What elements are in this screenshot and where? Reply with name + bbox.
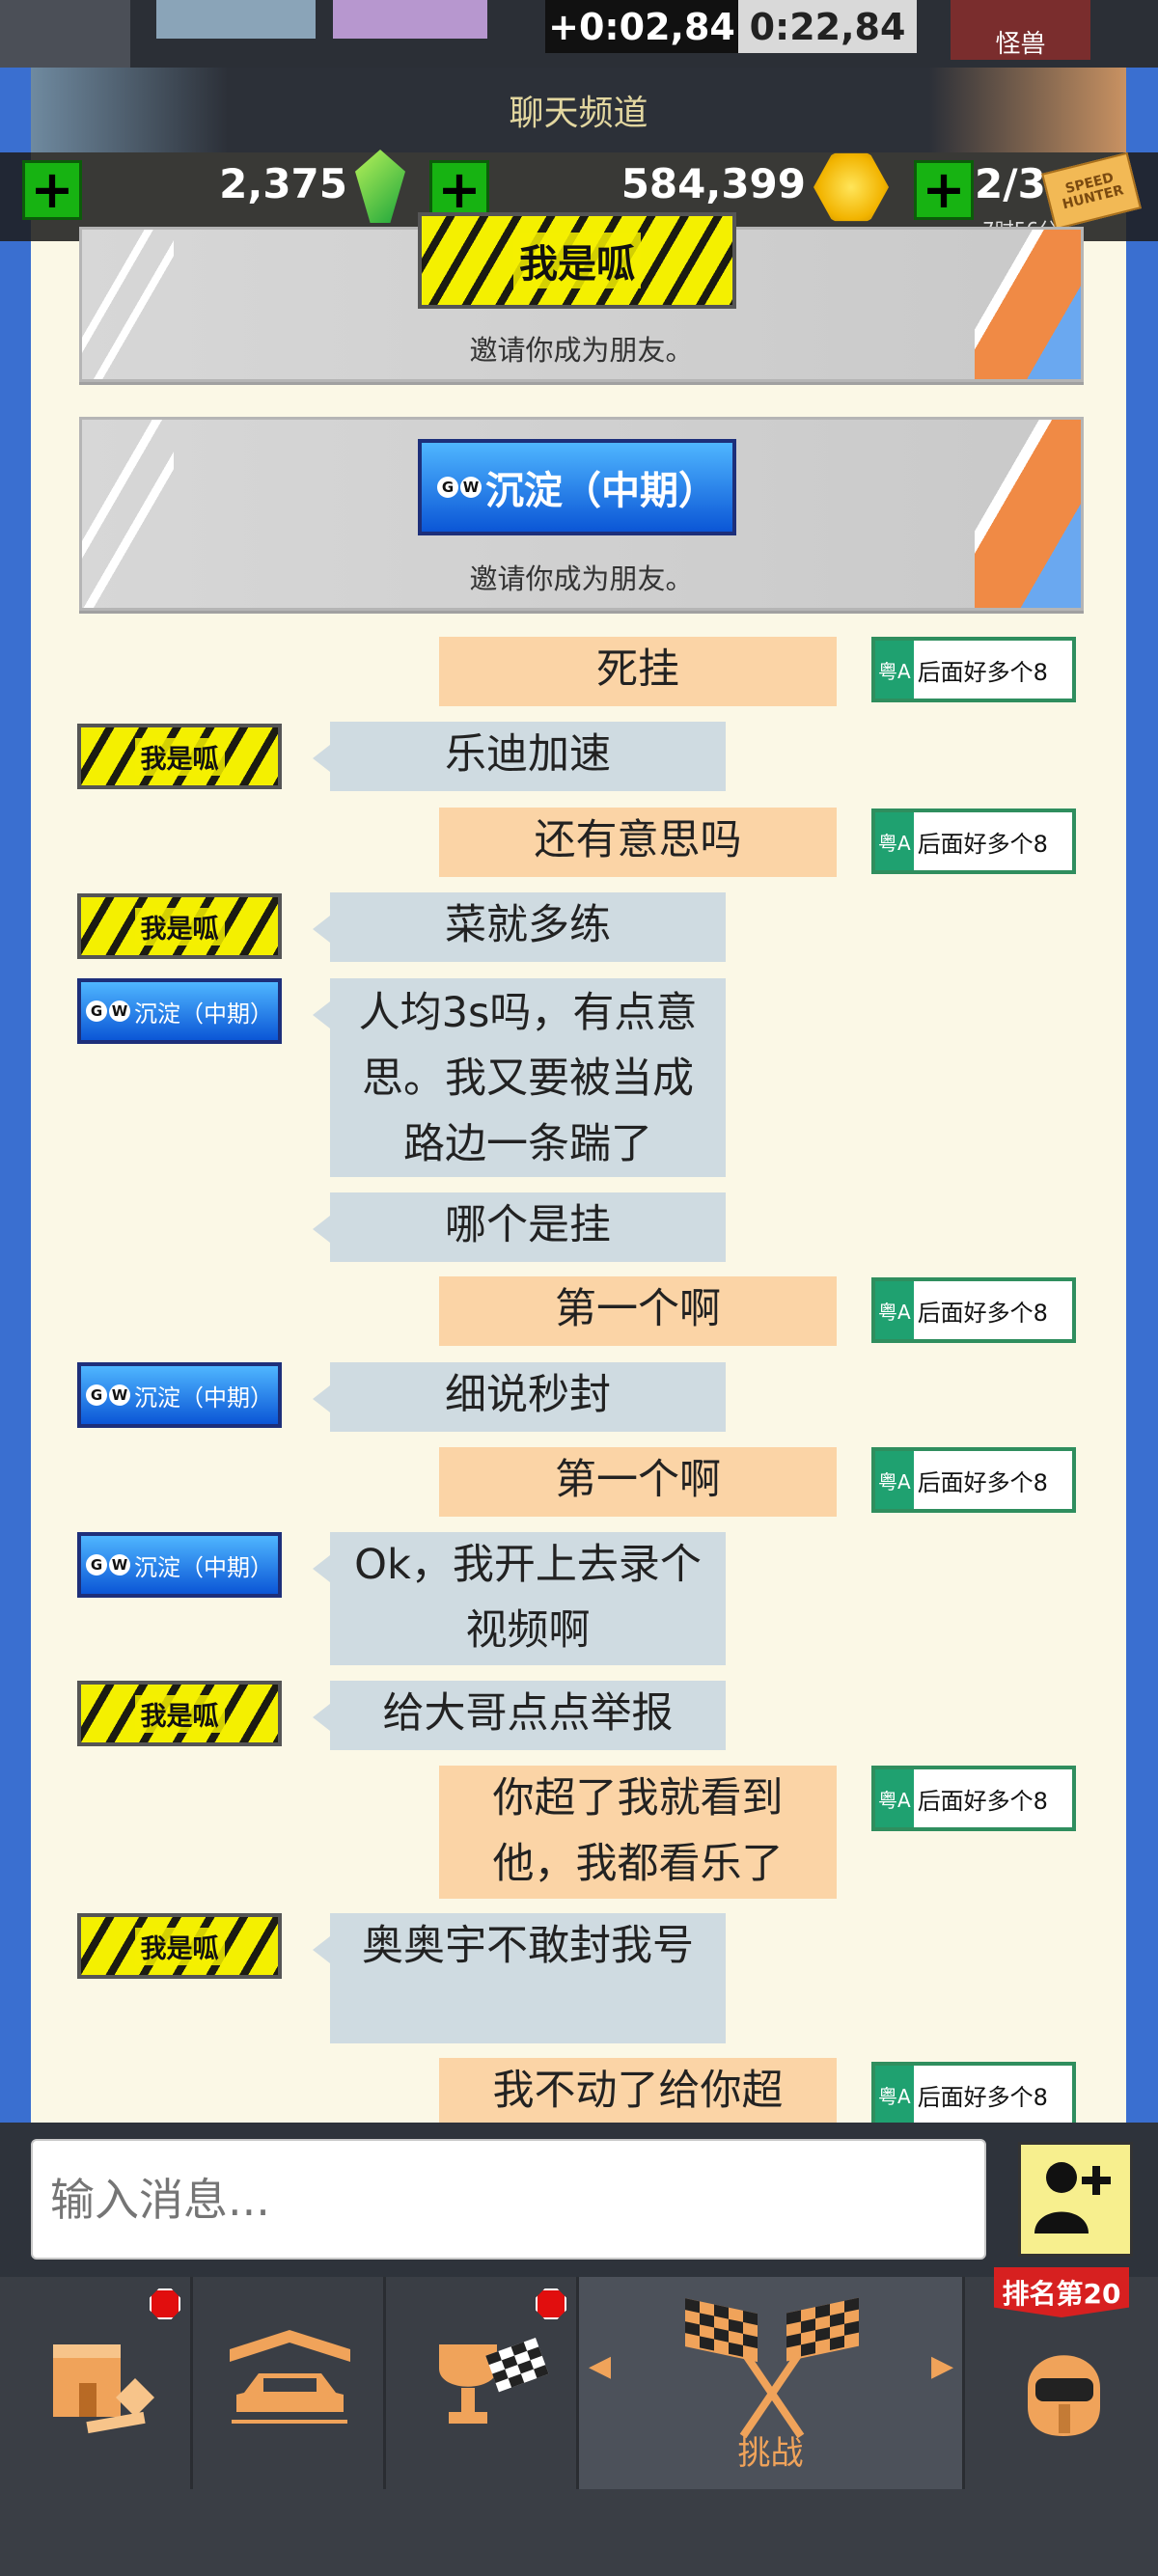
other-message: 给大哥点点举报 <box>313 1681 726 1750</box>
time-total: 0:22,84 <box>738 0 917 53</box>
sender-plate[interactable]: 我是呱 <box>418 212 736 309</box>
message-input[interactable] <box>31 2139 986 2260</box>
trophy-icon <box>439 2337 549 2424</box>
my-plate[interactable]: 粤A 后面好多个8 <box>871 1277 1076 1343</box>
other-message: 人均3s吗，有点意思。我又要被当成路边一条踹了 <box>313 978 726 1177</box>
my-plate[interactable]: 粤A 后面好多个8 <box>871 1447 1076 1513</box>
sender-plate[interactable]: 我是呱 <box>77 893 282 959</box>
channel-title: 聊天频道 <box>31 68 1126 152</box>
other-message: 细说秒封 <box>313 1362 726 1432</box>
rank-badge: 排名第20 <box>994 2267 1129 2317</box>
shop-icon <box>53 2344 154 2434</box>
race-car-thumbnail <box>333 0 487 39</box>
invite-text: 邀请你成为朋友。 <box>469 562 694 595</box>
time-delta: +0:02,84 <box>545 0 738 53</box>
sender-plate[interactable]: GW 沉淀（中期） <box>77 1362 282 1428</box>
garage-icon <box>230 2330 350 2424</box>
gw-logo-icon: GW <box>86 1554 130 1576</box>
nav-shop[interactable] <box>0 2277 193 2489</box>
my-message: 死挂 <box>439 637 837 706</box>
sender-plate[interactable]: 我是呱 <box>77 1913 282 1979</box>
sender-plate[interactable]: GW 沉淀（中期） <box>77 1532 282 1598</box>
sender-plate[interactable]: GW 沉淀（中期） <box>418 439 736 535</box>
other-message: 哪个是挂 <box>313 1192 726 1262</box>
gw-logo-icon: GW <box>437 477 482 498</box>
other-message: 菜就多练 <box>313 892 726 962</box>
arrow-right-icon: ▶ <box>931 2349 954 2383</box>
my-message: 你超了我就看到他，我都看乐了 <box>439 1766 837 1899</box>
my-message: 第一个啊 <box>439 1276 837 1346</box>
my-plate[interactable]: 粤A 后面好多个8 <box>871 2062 1076 2123</box>
gw-logo-icon: GW <box>86 1384 130 1406</box>
car-label: 怪兽 <box>951 0 1090 60</box>
other-message: 奥奥宇不敢封我号 <box>313 1913 726 2043</box>
plate-text: 我是呱 <box>513 233 641 288</box>
gem-count: 2,375 <box>219 160 347 207</box>
add-tickets-button[interactable]: + <box>914 160 974 220</box>
race-car-thumbnail <box>156 0 316 39</box>
sender-plate[interactable]: GW 沉淀（中期） <box>77 978 282 1044</box>
notification-badge <box>150 2288 180 2319</box>
plate-clip: 粤A 后面好多个8 <box>871 2062 1076 2123</box>
sender-plate[interactable]: 我是呱 <box>77 724 282 789</box>
sender-plate[interactable]: 我是呱 <box>77 1681 282 1746</box>
other-message: Ok，我开上去录个视频啊 <box>313 1532 726 1665</box>
nav-garage[interactable] <box>193 2277 386 2489</box>
other-message: 乐迪加速 <box>313 722 726 791</box>
arrow-left-icon: ◀ <box>589 2349 612 2383</box>
add-gems-button[interactable]: + <box>22 160 82 220</box>
challenge-flags-icon <box>685 2297 859 2439</box>
gw-logo-icon: GW <box>86 1000 130 1022</box>
ticket-count: 2/3 <box>975 160 1046 207</box>
add-friend-icon <box>1034 2162 1111 2233</box>
helmet-icon <box>1028 2355 1100 2436</box>
nav-challenge[interactable]: ◀ 挑战 ▶ <box>579 2277 965 2489</box>
nav-trophy[interactable] <box>386 2277 579 2489</box>
message-clip: 我不动了给你超 <box>439 2058 837 2123</box>
my-message: 我不动了给你超 <box>439 2058 837 2123</box>
nav-label-challenge: 挑战 <box>737 2434 804 2473</box>
add-coins-button[interactable]: + <box>429 160 489 220</box>
race-header-dark-block <box>0 0 130 68</box>
my-message: 第一个啊 <box>439 1447 837 1517</box>
my-plate[interactable]: 粤A 后面好多个8 <box>871 637 1076 702</box>
invite-text: 邀请你成为朋友。 <box>469 334 694 367</box>
my-message: 还有意思吗 <box>439 808 837 877</box>
my-plate[interactable]: 粤A 后面好多个8 <box>871 808 1076 874</box>
plate-text: 沉淀（中期） <box>485 469 717 513</box>
notification-badge <box>536 2288 566 2319</box>
coin-count: 584,399 <box>620 160 806 207</box>
my-plate[interactable]: 粤A 后面好多个8 <box>871 1766 1076 1831</box>
add-friend-button[interactable] <box>1018 2142 1133 2257</box>
